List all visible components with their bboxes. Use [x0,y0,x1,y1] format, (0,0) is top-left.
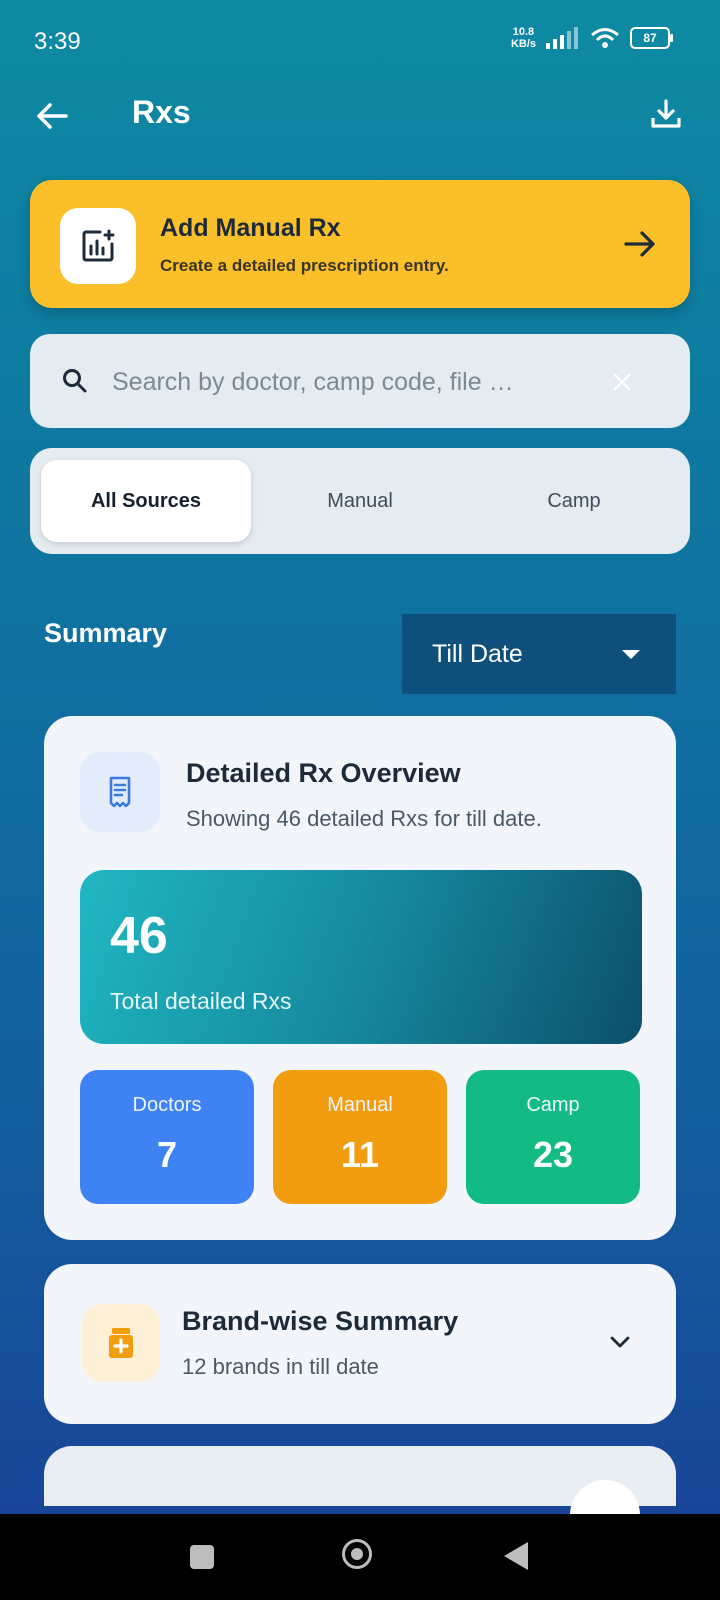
app-header: Rxs [0,84,720,148]
add-rx-subtitle: Create a detailed prescription entry. [160,256,449,275]
stat-value: 7 [156,1134,178,1175]
stat-label: Camp [526,1094,580,1116]
chevron-down-icon[interactable] [608,1330,632,1354]
page-title: Rxs [132,94,191,130]
download-button[interactable] [644,92,688,136]
signal-icon [546,27,578,49]
period-dropdown[interactable]: Till Date [402,614,676,694]
caret-down-icon [622,650,640,659]
status-bar: 3:39 10.8 KB/s 87 [0,0,720,80]
clear-search-icon[interactable] [610,370,634,394]
total-rx-card: 46 Total detailed Rxs [80,870,642,1044]
status-icons: 10.8 KB/s 87 [510,26,673,50]
stat-doctors: Doctors 7 [80,1070,254,1204]
summary-heading: Summary [44,618,168,648]
wifi-icon [591,28,619,48]
network-speed: 10.8 KB/s [510,26,536,50]
stat-label: Doctors [132,1094,202,1116]
status-time: 3:39 [34,28,81,55]
brand-icon-box [82,1304,160,1382]
back-button[interactable] [30,94,74,138]
stat-value: 23 [532,1134,574,1175]
home-icon[interactable] [342,1539,372,1569]
arrow-left-icon [37,103,68,129]
brand-summary-subtitle: 12 brands in till date [182,1354,379,1379]
search-bar [30,334,690,428]
search-icon [63,369,87,393]
stat-manual: Manual 11 [273,1070,447,1204]
add-rx-title: Add Manual Rx [160,214,341,242]
back-triangle-icon[interactable] [504,1542,528,1570]
tab-camp[interactable]: Camp [469,460,679,542]
brand-summary-title: Brand-wise Summary [182,1306,459,1336]
total-rx-value: 46 [110,907,168,965]
overview-subtitle: Showing 46 detailed Rxs for till date. [186,806,542,831]
add-chart-icon [82,229,115,262]
overview-title: Detailed Rx Overview [186,758,461,788]
system-nav-bar [0,1514,720,1600]
receipt-icon [109,776,131,808]
stat-label: Manual [327,1094,393,1116]
arrow-right-icon [624,231,655,257]
brand-summary-card[interactable]: Brand-wise Summary 12 brands in till dat… [44,1264,676,1424]
download-icon [651,99,681,128]
stat-camp: Camp 23 [466,1070,640,1204]
overview-icon-box [80,752,160,832]
recents-icon[interactable] [190,1545,214,1569]
total-rx-label: Total detailed Rxs [110,988,292,1014]
rx-overview-card: Detailed Rx Overview Showing 46 detailed… [44,716,676,1240]
source-filter-tabs: All Sources Manual Camp [30,448,690,554]
search-input[interactable] [110,356,584,408]
medicine-bottle-icon [109,1328,133,1358]
add-rx-icon-box [60,208,136,284]
next-card-partial [44,1446,676,1520]
battery-icon: 87 [630,27,673,49]
add-manual-rx-card[interactable]: Add Manual Rx Create a detailed prescrip… [30,180,690,308]
tab-manual[interactable]: Manual [255,460,465,542]
period-selected-value: Till Date [432,639,523,668]
tab-all-sources[interactable]: All Sources [41,460,251,542]
stat-value: 11 [340,1134,380,1175]
